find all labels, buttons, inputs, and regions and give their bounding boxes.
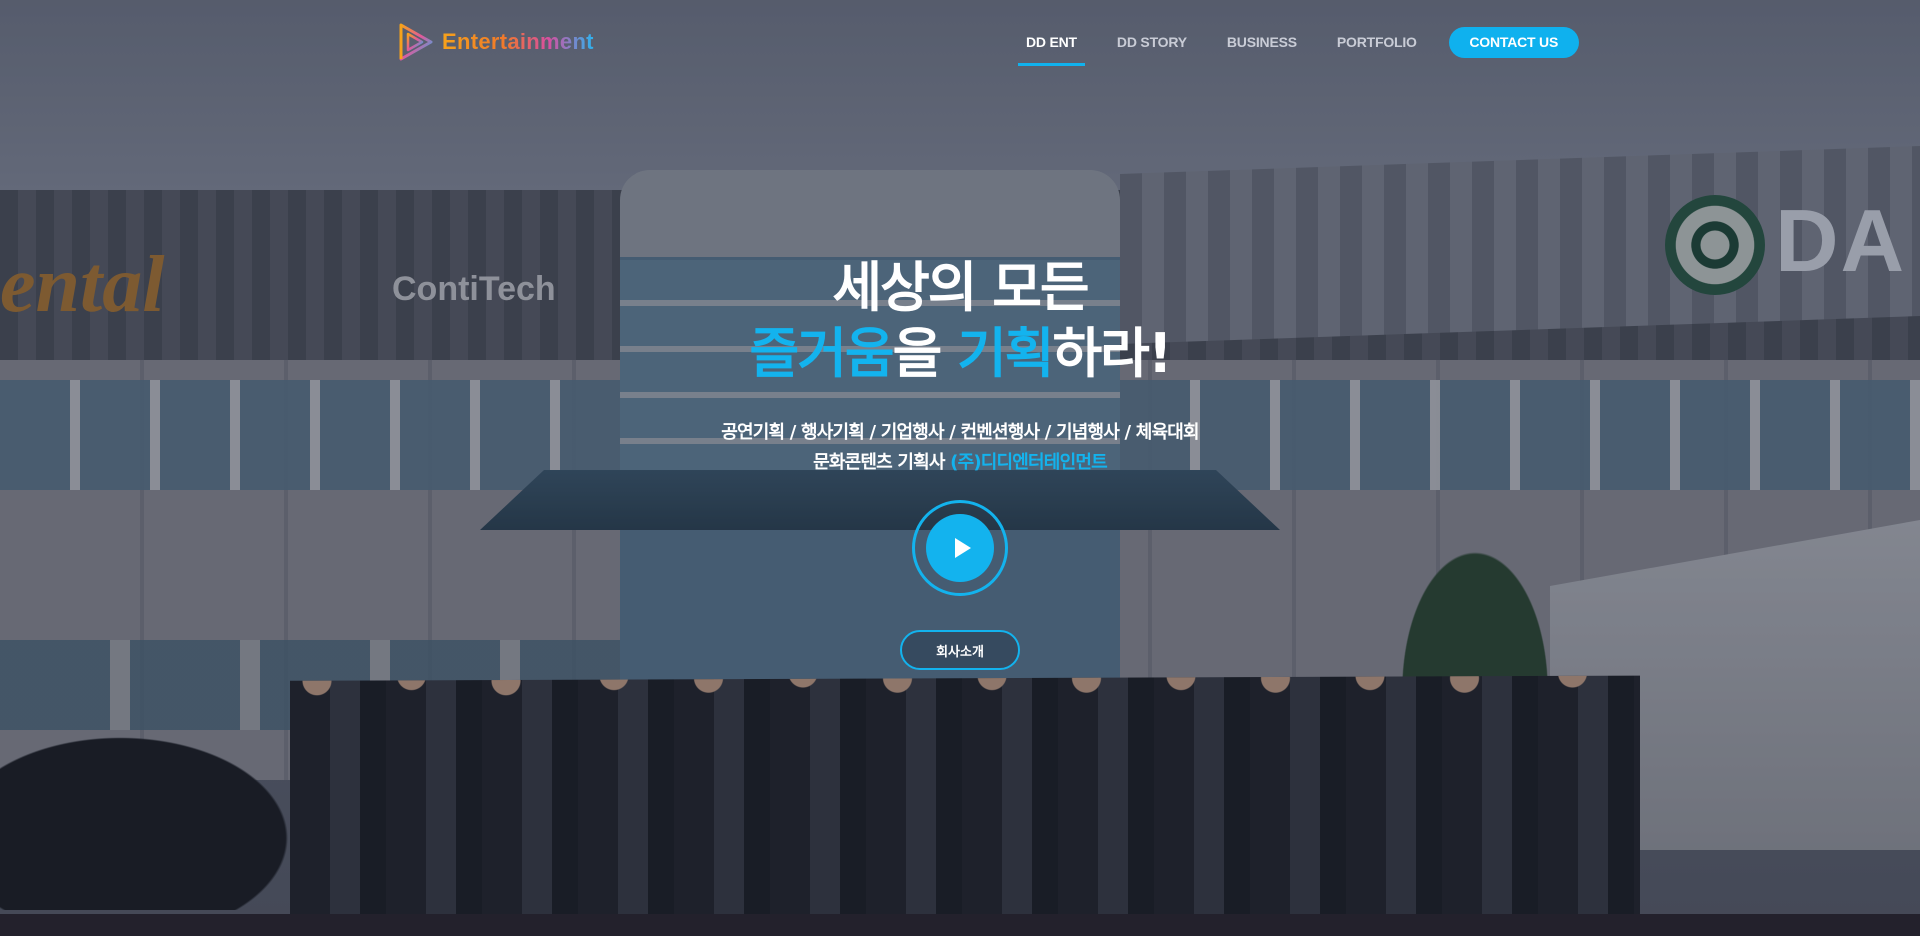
contact-us-button[interactable]: CONTACT US	[1448, 26, 1579, 58]
main-nav: DD ENT DD STORY BUSINESS PORTFOLIO CONTA…	[1018, 26, 1579, 66]
logo-play-mark-icon	[398, 22, 434, 62]
site-header: Entertainment DD ENT DD STORY BUSINESS P…	[0, 0, 1920, 84]
hero-title-particle: 을	[892, 322, 958, 385]
nav-item-dd-story[interactable]: DD STORY	[1109, 26, 1195, 58]
hero-title-line2: 즐거움을 기획하라!	[0, 321, 1920, 387]
bottom-strip	[0, 914, 1920, 936]
company-intro-button[interactable]: 회사소개	[900, 630, 1020, 670]
hero-subtitle-company-name: (주)디디엔터테인먼트	[950, 452, 1108, 473]
play-video-button[interactable]	[912, 500, 1008, 596]
site-logo[interactable]: Entertainment	[398, 22, 594, 62]
hero-title-accent-plan: 기획	[957, 322, 1054, 385]
hero-title-accent-joy: 즐거움	[749, 322, 895, 385]
hero-title-line1: 세상의 모든	[832, 256, 1089, 319]
hero-title: 세상의 모든 즐거움을 기획하라!	[0, 255, 1920, 387]
nav-item-portfolio[interactable]: PORTFOLIO	[1329, 26, 1425, 58]
play-button-circle	[926, 514, 994, 582]
hero-subtitle-services: 공연기획 / 행사기획 / 기업행사 / 컨벤션행사 / 기념행사 / 체육대회	[721, 422, 1199, 443]
nav-item-business[interactable]: BUSINESS	[1219, 26, 1305, 58]
logo-text: Entertainment	[442, 29, 594, 54]
nav-item-dd-ent[interactable]: DD ENT	[1018, 26, 1085, 66]
hero-subtitle-company-text: 문화콘텐츠 기획사	[813, 452, 951, 473]
hero-title-tail: 하라!	[1052, 322, 1172, 385]
hero-subtitle-company: 문화콘텐츠 기획사 (주)디디엔터테인먼트	[0, 448, 1920, 474]
play-icon	[954, 538, 971, 558]
